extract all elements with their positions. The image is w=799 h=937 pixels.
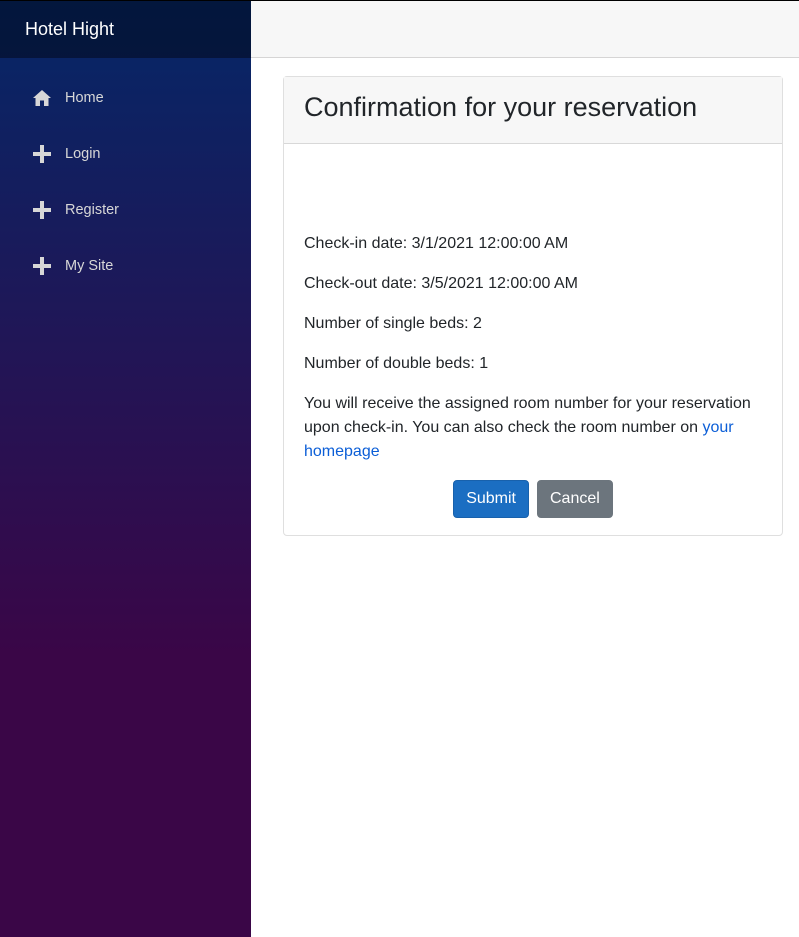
nav-item-label: My Site (65, 258, 114, 274)
card-header: Confirmation for your reservation (284, 77, 782, 144)
plus-icon (32, 144, 52, 164)
nav-item-register[interactable]: Register (0, 182, 251, 238)
double-beds: Number of double beds: 1 (304, 355, 489, 372)
room-number-note: You will receive the assigned room numbe… (304, 392, 762, 464)
confirmation-card: Confirmation for your reservation Check-… (283, 76, 783, 536)
nav-item-label: Register (65, 202, 119, 218)
submit-button[interactable]: Submit (453, 480, 529, 518)
note-text: You will receive the assigned room numbe… (304, 395, 751, 436)
brand-link[interactable]: Hotel Hight (25, 19, 114, 40)
checkout-date: Check-out date: 3/5/2021 12:00:00 AM (304, 275, 578, 292)
page-title: Confirmation for your reservation (304, 92, 698, 122)
nav-item-home[interactable]: Home (0, 70, 251, 126)
nav-item-login[interactable]: Login (0, 126, 251, 182)
checkin-date: Check-in date: 3/1/2021 12:00:00 AM (304, 235, 569, 252)
home-icon (32, 88, 52, 108)
nav-menu: Home Login Register My Site (0, 58, 251, 294)
nav-item-my-site[interactable]: My Site (0, 238, 251, 294)
top-row (251, 0, 799, 58)
single-beds: Number of single beds: 2 (304, 315, 482, 332)
nav-item-label: Home (65, 90, 104, 106)
button-row: Submit Cancel (304, 480, 762, 518)
cancel-button[interactable]: Cancel (536, 480, 613, 518)
nav-item-label: Login (65, 146, 101, 162)
card-body: Check-in date: 3/1/2021 12:00:00 AM Chec… (284, 144, 782, 518)
brand-bar: Hotel Hight (0, 1, 251, 58)
sidebar: Hotel Hight Home Login Register My Site (0, 0, 251, 937)
plus-icon (32, 200, 52, 220)
plus-icon (32, 256, 52, 276)
